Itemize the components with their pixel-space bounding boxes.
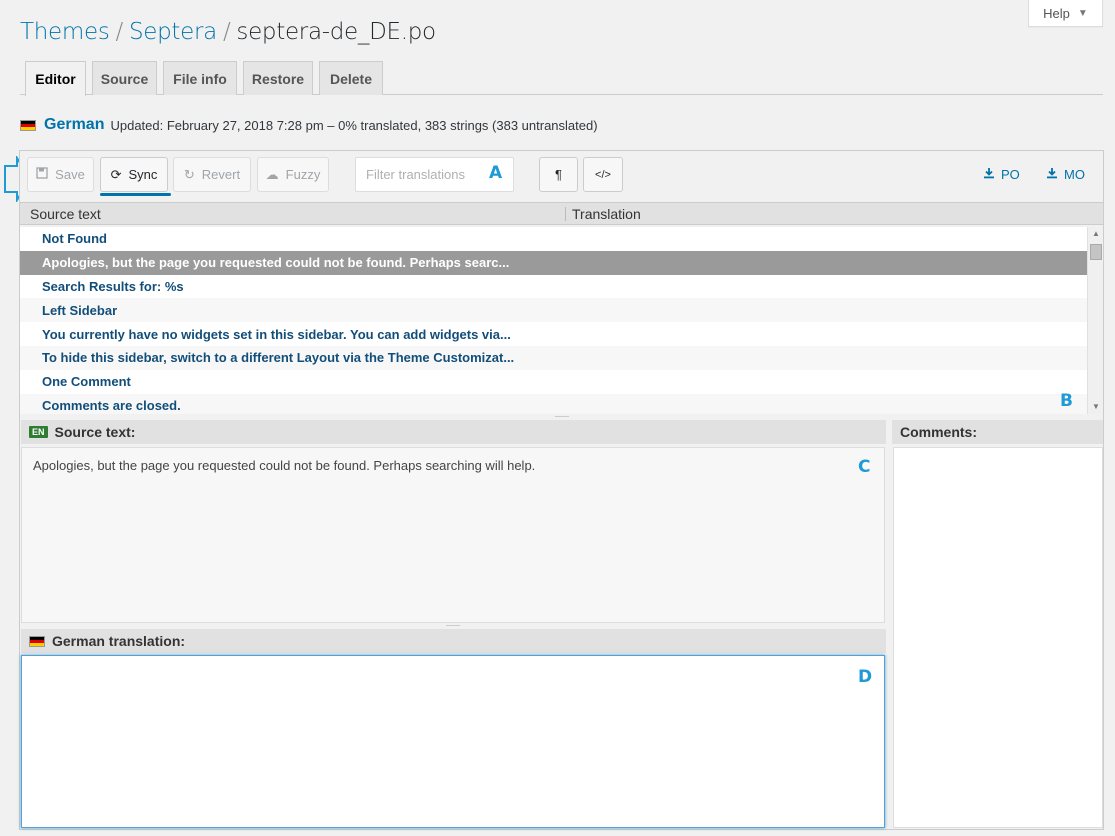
translation-pane-header: German translation:: [21, 629, 886, 653]
source-pane-heading: Source text:: [54, 424, 136, 440]
source-text-box: Apologies, but the page you requested co…: [21, 447, 885, 623]
breadcrumb-separator: /: [222, 19, 231, 45]
tab-file-info[interactable]: File info: [163, 61, 237, 95]
list-item[interactable]: Search Results for: %s: [20, 275, 1087, 299]
download-icon: [983, 167, 995, 182]
list-item[interactable]: To hide this sidebar, switch to a differ…: [20, 345, 1087, 370]
sync-icon: ⟳: [110, 166, 122, 182]
translation-textarea[interactable]: [21, 655, 885, 828]
column-divider[interactable]: [565, 207, 566, 221]
list-item-selected[interactable]: Apologies, but the page you requested co…: [20, 250, 1087, 275]
revert-label: Revert: [201, 167, 241, 182]
list-item[interactable]: Not Found: [20, 227, 1087, 251]
translation-pane-heading: German translation:: [52, 633, 186, 649]
tab-bar: Editor Source File info Restore Delete: [20, 61, 1103, 96]
save-label: Save: [55, 167, 85, 182]
source-pane-header: EN Source text:: [21, 420, 886, 444]
annotation-label-d: D: [858, 667, 873, 687]
help-label: Help: [1043, 5, 1070, 21]
column-header-source[interactable]: Source text: [30, 206, 101, 222]
annotation-label-c: C: [858, 457, 871, 477]
list-scrollbar[interactable]: ▲ ▼: [1087, 227, 1103, 414]
mo-label: MO: [1064, 167, 1085, 182]
status-text: Updated: February 27, 2018 7:28 pm – 0% …: [110, 117, 598, 133]
source-text: Apologies, but the page you requested co…: [33, 458, 536, 473]
save-button[interactable]: Save: [27, 157, 94, 192]
fuzzy-label: Fuzzy: [285, 167, 321, 182]
code-view-button[interactable]: </>: [583, 157, 623, 192]
breadcrumb-current-file: septera-de_DE.po: [236, 19, 436, 45]
download-po-link[interactable]: PO: [983, 167, 1020, 182]
annotation-label-b: B: [1060, 391, 1073, 411]
comments-box[interactable]: [893, 447, 1103, 828]
help-button[interactable]: Help ▼: [1028, 0, 1103, 27]
pilcrow-icon: ¶: [555, 167, 562, 182]
strings-list: Not Found Apologies, but the page you re…: [20, 227, 1087, 414]
annotation-label-a: A: [489, 163, 503, 183]
list-resize-handle[interactable]: [555, 416, 569, 417]
list-item[interactable]: One Comment: [20, 370, 1087, 394]
caret-down-icon: ▼: [1077, 7, 1088, 19]
tab-delete[interactable]: Delete: [319, 61, 383, 95]
list-item[interactable]: Left Sidebar: [20, 298, 1087, 323]
breadcrumb-themes-link[interactable]: Themes: [20, 19, 110, 45]
list-item[interactable]: Comments are closed.: [20, 393, 1087, 414]
list-header: Source text Translation: [20, 202, 1103, 225]
comments-pane-header: Comments:: [892, 420, 1103, 444]
language-link[interactable]: German: [44, 116, 104, 134]
german-flag-icon: [29, 635, 45, 647]
english-flag-icon: EN: [29, 426, 48, 438]
sync-label: Sync: [128, 167, 158, 182]
editor-panel: Save ⟳ Sync ↻ Revert ☁ Fuzzy A ¶ </> PO: [19, 150, 1104, 830]
scroll-down-icon[interactable]: ▼: [1088, 400, 1104, 414]
list-item[interactable]: You currently have no widgets set in thi…: [20, 322, 1087, 346]
download-icon: [1046, 167, 1058, 182]
scroll-up-icon[interactable]: ▲: [1088, 227, 1104, 241]
floppy-disk-icon: [36, 167, 48, 182]
download-mo-link[interactable]: MO: [1046, 167, 1085, 182]
sync-button[interactable]: ⟳ Sync: [100, 157, 168, 192]
breadcrumb: Themes / Septera / septera-de_DE.po: [20, 19, 436, 45]
tab-source[interactable]: Source: [92, 61, 157, 95]
editor-toolbar: Save ⟳ Sync ↻ Revert ☁ Fuzzy A ¶ </> PO: [20, 151, 1103, 202]
po-label: PO: [1001, 167, 1020, 182]
code-icon: </>: [595, 168, 611, 181]
comments-heading: Comments:: [900, 424, 978, 440]
revert-button[interactable]: ↻ Revert: [173, 157, 251, 192]
revert-icon: ↻: [183, 166, 195, 182]
scrollbar-thumb[interactable]: [1090, 244, 1102, 260]
breadcrumb-theme-link[interactable]: Septera: [129, 19, 217, 45]
cloud-icon: ☁: [265, 166, 279, 182]
fuzzy-button[interactable]: ☁ Fuzzy: [257, 157, 329, 192]
file-status: German Updated: February 27, 2018 7:28 p…: [20, 116, 598, 134]
show-invisibles-button[interactable]: ¶: [539, 157, 578, 192]
sync-highlight: [100, 193, 171, 196]
tab-editor[interactable]: Editor: [25, 61, 86, 96]
column-header-translation[interactable]: Translation: [572, 206, 641, 222]
breadcrumb-separator: /: [115, 19, 124, 45]
tab-restore[interactable]: Restore: [243, 61, 313, 95]
source-resize-handle[interactable]: [446, 625, 460, 626]
german-flag-icon: [20, 119, 36, 131]
